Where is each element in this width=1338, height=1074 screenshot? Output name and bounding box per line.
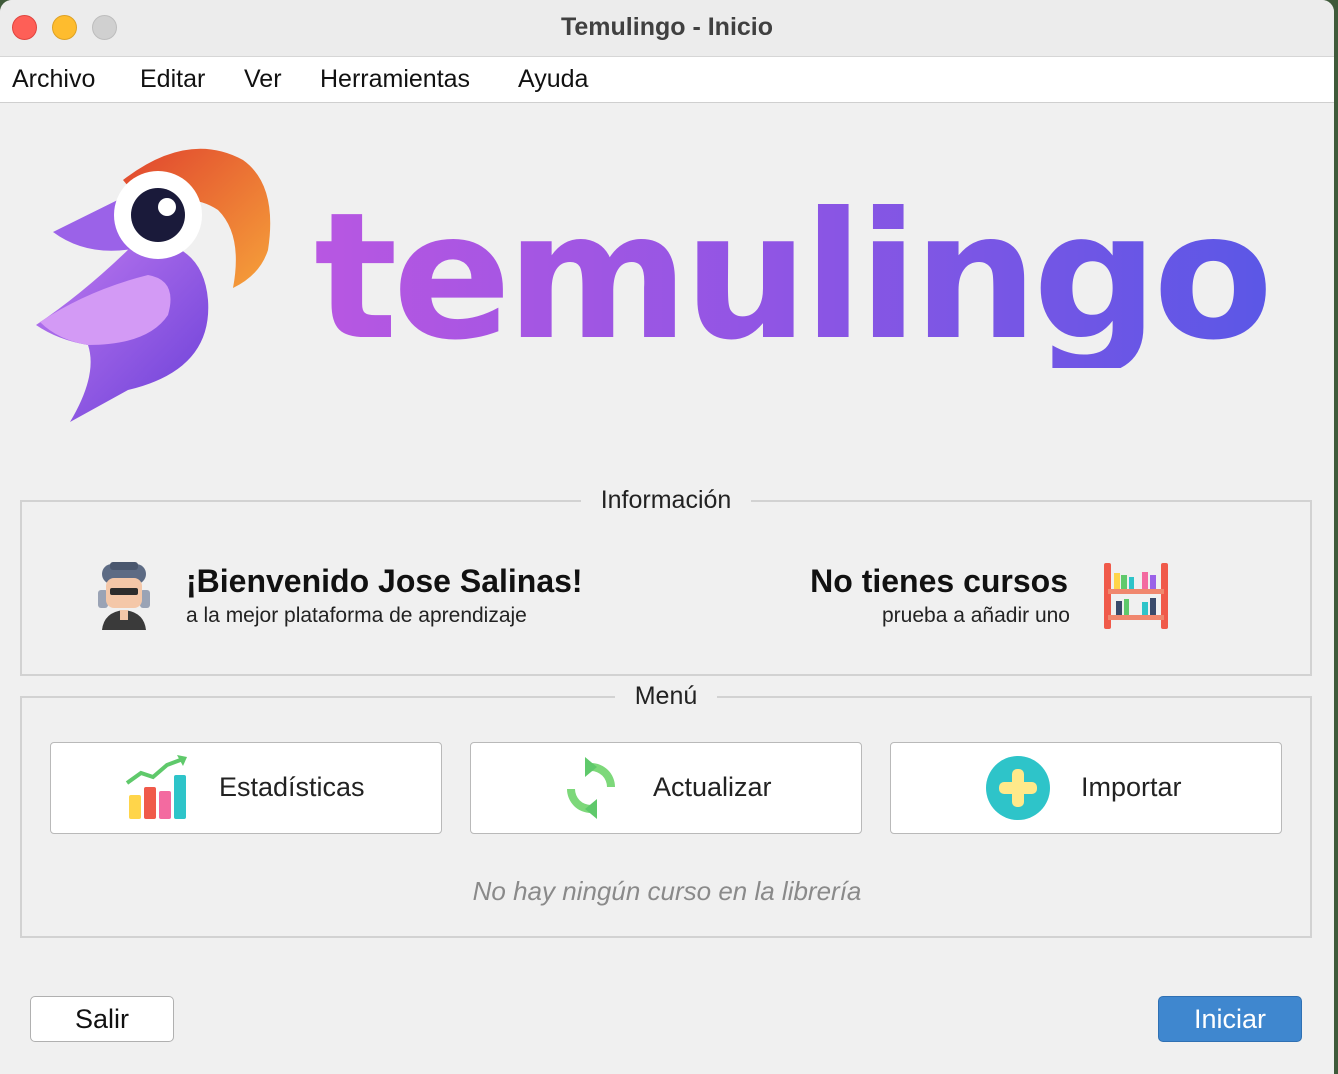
import-label: Importar — [1081, 772, 1182, 802]
courses-subtitle: prueba a añadir uno — [882, 604, 1070, 627]
exit-button[interactable]: Salir — [30, 996, 174, 1042]
menu-archivo[interactable]: Archivo — [12, 57, 95, 102]
update-label: Actualizar — [653, 772, 772, 802]
app-window: Temulingo - Inicio Archivo Editar Ver He… — [0, 0, 1334, 1074]
menu-ayuda[interactable]: Ayuda — [518, 57, 588, 102]
update-button[interactable]: Actualizar — [470, 742, 862, 834]
statistics-button[interactable]: Estadísticas — [50, 742, 442, 834]
temulingo-wordmark: temulingo — [314, 176, 1273, 379]
refresh-icon — [567, 757, 615, 819]
courses-title: No tienes cursos — [810, 563, 1068, 599]
menu-herramientas[interactable]: Herramientas — [320, 57, 470, 102]
start-button[interactable]: Iniciar — [1158, 996, 1302, 1042]
menu-bar: Archivo Editar Ver Herramientas Ayuda — [0, 57, 1334, 103]
import-button[interactable]: Importar — [890, 742, 1282, 834]
title-bar: Temulingo - Inicio — [0, 0, 1334, 57]
plus-circle-icon — [986, 756, 1050, 820]
welcome-title: ¡Bienvenido Jose Salinas! — [186, 563, 583, 599]
bar-chart-icon — [125, 755, 187, 819]
window-title: Temulingo - Inicio — [560, 13, 774, 41]
toucan-logo — [36, 148, 271, 422]
info-legend: Información — [600, 486, 732, 514]
bookshelf-icon — [1104, 563, 1168, 629]
welcome-subtitle: a la mejor plataforma de aprendizaje — [186, 604, 527, 627]
avatar-icon — [98, 562, 150, 630]
menu-editar[interactable]: Editar — [140, 57, 205, 102]
menu-ver[interactable]: Ver — [244, 57, 282, 102]
statistics-label: Estadísticas — [219, 772, 365, 802]
empty-library-message: No hay ningún curso en la librería — [472, 876, 862, 906]
menu-legend: Menú — [634, 682, 698, 710]
